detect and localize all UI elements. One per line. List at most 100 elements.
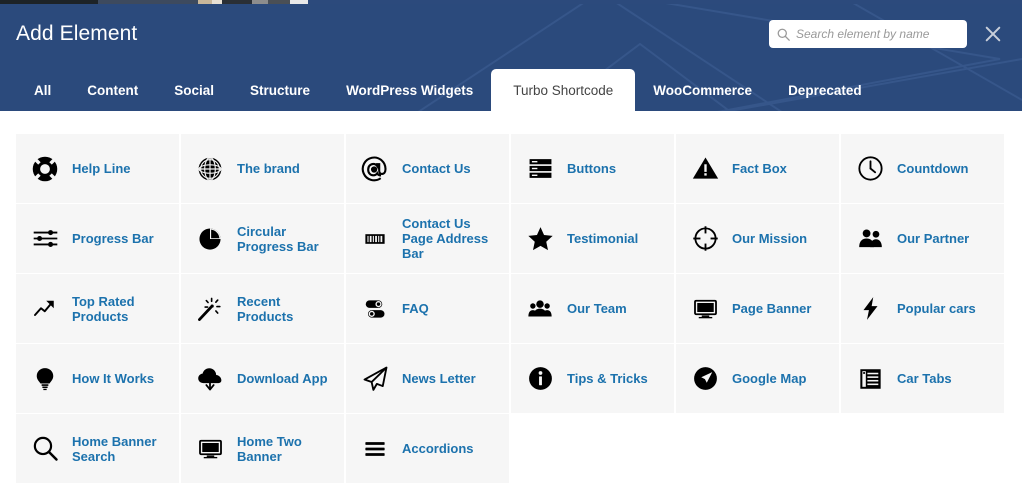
element-label: Our Partner bbox=[897, 231, 970, 246]
document-tabs-icon bbox=[853, 362, 887, 396]
desktop-monitor-icon bbox=[688, 292, 722, 326]
tab-label: Social bbox=[174, 82, 215, 98]
element-label: Testimonial bbox=[567, 231, 639, 246]
crosshair-icon bbox=[688, 222, 722, 256]
element-faq[interactable]: FAQ bbox=[346, 274, 509, 343]
element-label: The brand bbox=[237, 161, 300, 176]
star-icon bbox=[523, 222, 557, 256]
element-label: Fact Box bbox=[732, 161, 787, 176]
desktop-monitor-icon bbox=[193, 432, 227, 466]
tab-deprecated[interactable]: Deprecated bbox=[770, 69, 880, 111]
server-bars-icon bbox=[523, 152, 557, 186]
element-label: Accordions bbox=[402, 441, 474, 456]
tab-label: Structure bbox=[250, 82, 311, 98]
element-label: How It Works bbox=[72, 371, 155, 386]
element-our-partner[interactable]: Our Partner bbox=[841, 204, 1004, 273]
search-icon bbox=[777, 28, 790, 41]
sliders-icon bbox=[28, 222, 62, 256]
element-the-brand[interactable]: The brand bbox=[181, 134, 344, 203]
element-help-line[interactable]: Help Line bbox=[16, 134, 179, 203]
element-label: Buttons bbox=[567, 161, 617, 176]
tab-all[interactable]: All bbox=[16, 69, 69, 111]
element-label: FAQ bbox=[402, 301, 429, 316]
magnifier-icon bbox=[28, 432, 62, 466]
element-google-map[interactable]: Google Map bbox=[676, 344, 839, 413]
element-news-letter[interactable]: News Letter bbox=[346, 344, 509, 413]
modal-header: Add Element All Content Social Structure Wor… bbox=[0, 4, 1022, 111]
element-label: Circular Progress Bar bbox=[237, 223, 319, 254]
element-contact-us[interactable]: Contact Us bbox=[346, 134, 509, 203]
element-countdown[interactable]: Countdown bbox=[841, 134, 1004, 203]
element-page-banner[interactable]: Page Banner bbox=[676, 274, 839, 343]
element-car-tabs[interactable]: Car Tabs bbox=[841, 344, 1004, 413]
two-users-icon bbox=[853, 222, 887, 256]
element-circular-progress-bar[interactable]: Circular Progress Bar bbox=[181, 204, 344, 273]
tab-woocommerce[interactable]: WooCommerce bbox=[635, 69, 770, 111]
warning-triangle-icon bbox=[688, 152, 722, 186]
element-label: Contact Us Page Address Bar bbox=[402, 216, 489, 261]
tab-content[interactable]: Content bbox=[69, 69, 156, 111]
element-label: Home Two Banner bbox=[237, 433, 302, 464]
clock-icon bbox=[853, 152, 887, 186]
element-tips-tricks[interactable]: Tips & Tricks bbox=[511, 344, 674, 413]
tab-label: WordPress Widgets bbox=[346, 82, 474, 98]
element-home-two-banner[interactable]: Home Two Banner bbox=[181, 414, 344, 483]
element-label: Page Banner bbox=[732, 301, 812, 316]
tab-bar: All Content Social Structure WordPress Widge… bbox=[16, 69, 880, 111]
tab-label: Turbo Shortcode bbox=[513, 82, 614, 98]
element-how-it-works[interactable]: How It Works bbox=[16, 344, 179, 413]
paper-plane-icon bbox=[358, 362, 392, 396]
location-arrow-icon bbox=[688, 362, 722, 396]
trend-arrow-icon bbox=[28, 292, 62, 326]
element-label: Car Tabs bbox=[897, 371, 952, 386]
tab-wordpress-widgets[interactable]: WordPress Widgets bbox=[328, 69, 491, 111]
element-buttons[interactable]: Buttons bbox=[511, 134, 674, 203]
element-testimonial[interactable]: Testimonial bbox=[511, 204, 674, 273]
lightning-bolt-icon bbox=[853, 292, 887, 326]
element-label: Recent Products bbox=[237, 293, 294, 324]
element-label: Our Team bbox=[567, 301, 627, 316]
element-label: Download App bbox=[237, 371, 328, 386]
page-title: Add Element bbox=[16, 22, 138, 45]
element-label: News Letter bbox=[402, 371, 476, 386]
element-recent-products[interactable]: Recent Products bbox=[181, 274, 344, 343]
element-top-rated-products[interactable]: Top Rated Products bbox=[16, 274, 179, 343]
element-grid: Help Line The brand Contact Us Buttons Fact … bbox=[16, 134, 1006, 484]
element-contact-us-page-address-bar[interactable]: Contact Us Page Address Bar bbox=[346, 204, 509, 273]
element-home-banner-search[interactable]: Home Banner Search bbox=[16, 414, 179, 483]
element-label: Countdown bbox=[897, 161, 969, 176]
element-label: Contact Us bbox=[402, 161, 471, 176]
add-element-modal: Add Element All Content Social Structure Wor… bbox=[0, 4, 1022, 502]
element-label: Home Banner Search bbox=[72, 433, 157, 464]
element-label: Tips & Tricks bbox=[567, 371, 648, 386]
search-input[interactable] bbox=[796, 22, 959, 46]
element-label: Progress Bar bbox=[72, 231, 154, 246]
lifebuoy-icon bbox=[28, 152, 62, 186]
element-our-mission[interactable]: Our Mission bbox=[676, 204, 839, 273]
at-sign-icon bbox=[358, 152, 392, 186]
lightbulb-icon bbox=[28, 362, 62, 396]
tab-social[interactable]: Social bbox=[156, 69, 232, 111]
element-label: Our Mission bbox=[732, 231, 808, 246]
tab-label: Content bbox=[87, 82, 139, 98]
element-popular-cars[interactable]: Popular cars bbox=[841, 274, 1004, 343]
tab-structure[interactable]: Structure bbox=[232, 69, 328, 111]
element-label: Help Line bbox=[72, 161, 131, 176]
element-fact-box[interactable]: Fact Box bbox=[676, 134, 839, 203]
globe-icon bbox=[193, 152, 227, 186]
search-box[interactable] bbox=[769, 20, 967, 48]
barcode-icon bbox=[358, 222, 392, 256]
hamburger-lines-icon bbox=[358, 432, 392, 466]
close-button[interactable] bbox=[980, 21, 1006, 47]
element-progress-bar[interactable]: Progress Bar bbox=[16, 204, 179, 273]
toggles-icon bbox=[358, 292, 392, 326]
tab-turbo-shortcode[interactable]: Turbo Shortcode bbox=[491, 69, 636, 111]
element-label: Top Rated Products bbox=[72, 293, 135, 324]
element-download-app[interactable]: Download App bbox=[181, 344, 344, 413]
info-circle-icon bbox=[523, 362, 557, 396]
tab-label: WooCommerce bbox=[653, 82, 753, 98]
tab-label: All bbox=[34, 82, 52, 98]
element-our-team[interactable]: Our Team bbox=[511, 274, 674, 343]
element-accordions[interactable]: Accordions bbox=[346, 414, 509, 483]
cloud-download-icon bbox=[193, 362, 227, 396]
